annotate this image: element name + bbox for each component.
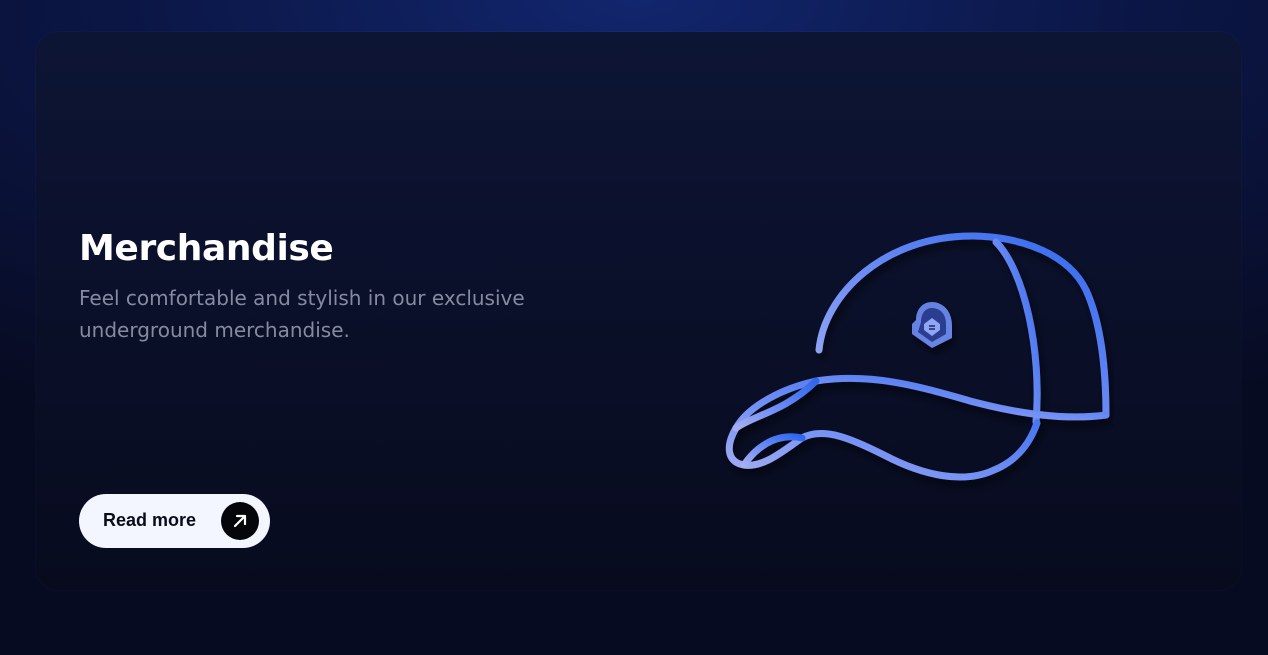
baseball-cap-icon <box>725 232 1110 481</box>
card-title: Merchandise <box>79 228 334 269</box>
card-description: Feel comfortable and stylish in our excl… <box>79 286 525 342</box>
merchandise-card: Merchandise Feel comfortable and stylish… <box>36 32 1241 590</box>
arrow-up-right-icon <box>221 502 259 540</box>
read-more-button[interactable]: Read more <box>79 494 270 548</box>
read-more-label: Read more <box>103 510 197 530</box>
